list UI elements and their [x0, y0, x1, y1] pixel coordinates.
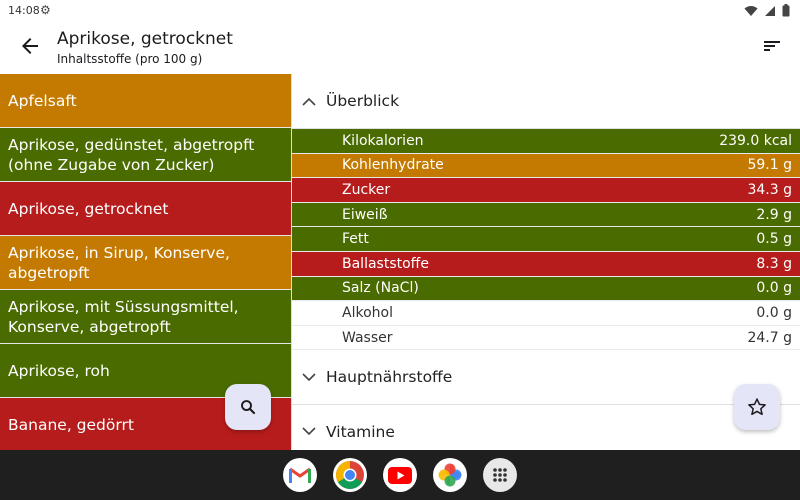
search-button[interactable]	[225, 384, 271, 430]
nutrient-row: Fett 0.5 g	[292, 227, 800, 252]
nutrient-row: Kohlenhydrate 59.1 g	[292, 153, 800, 179]
chevron-down-icon	[292, 427, 326, 436]
nutrient-value: 8.3 g	[756, 255, 792, 272]
youtube-icon[interactable]	[383, 458, 417, 492]
list-item-label: Aprikose, in Sirup, Konserve, abgetropft	[8, 243, 230, 282]
section-vitamins[interactable]: Vitamine	[292, 404, 800, 450]
nutrient-row: Salz (NaCl) 0.0 g	[292, 276, 800, 302]
list-item-label: Aprikose, mit Süssungsmittel, Konserve, …	[8, 297, 239, 336]
nutrient-value: 59.1 g	[747, 157, 792, 174]
signal-icon	[765, 5, 775, 16]
section-title: Vitamine	[326, 422, 395, 441]
list-item-label: Banane, gedörrt	[8, 415, 134, 434]
nutrient-name: Wasser	[342, 329, 393, 346]
nutrient-name: Ballaststoffe	[342, 255, 429, 272]
section-overview[interactable]: Überblick	[292, 74, 800, 128]
list-item[interactable]: Aprikose, mit Süssungsmittel, Konserve, …	[0, 290, 291, 344]
nutrient-name: Fett	[342, 231, 369, 248]
chevron-down-icon	[292, 373, 326, 382]
nutrient-row: Ballaststoffe 8.3 g	[292, 251, 800, 277]
search-icon	[241, 400, 256, 415]
list-item-label: Aprikose, roh	[8, 361, 110, 380]
nutrient-value: 24.7 g	[747, 329, 792, 346]
chrome-icon[interactable]	[333, 458, 367, 492]
list-item[interactable]: Aprikose, gedünstet, abgetropft (ohne Zu…	[0, 128, 291, 182]
status-time: 14:08	[8, 4, 40, 17]
status-bar: 14:08 ⚙	[0, 0, 800, 22]
nutrient-row: Eiweiß 2.9 g	[292, 202, 800, 228]
nutrient-value: 0.0 g	[756, 280, 792, 297]
app-dock	[283, 458, 517, 492]
section-main-nutrients[interactable]: Hauptnährstoffe	[292, 350, 800, 404]
settings-notification-icon: ⚙	[40, 3, 51, 17]
nutrient-value: 34.3 g	[747, 181, 792, 198]
app-drawer-icon[interactable]	[483, 458, 517, 492]
nutrient-name: Kohlenhydrate	[342, 157, 444, 174]
battery-icon	[782, 4, 790, 17]
gmail-icon[interactable]	[283, 458, 317, 492]
list-item-label: Apfelsaft	[8, 91, 77, 110]
nutrient-value: 0.0 g	[756, 304, 792, 321]
wifi-icon	[744, 5, 758, 16]
list-item[interactable]: Aprikose, in Sirup, Konserve, abgetropft	[0, 236, 291, 290]
list-item[interactable]: Aprikose, getrocknet	[0, 182, 291, 236]
nutrient-row: Alkohol 0.0 g	[292, 301, 800, 326]
page-title: Aprikose, getrocknet	[57, 29, 233, 49]
nutrient-name: Zucker	[342, 181, 391, 198]
nutrient-row: Wasser 24.7 g	[292, 325, 800, 351]
nutrient-table: Kilokalorien 239.0 kcal Kohlenhydrate 59.1…	[292, 128, 800, 351]
nutrient-value: 0.5 g	[756, 231, 792, 248]
favorite-button[interactable]	[734, 384, 780, 430]
section-title: Überblick	[326, 92, 400, 110]
section-title: Hauptnährstoffe	[326, 368, 453, 387]
detail-panel: Überblick Kilokalorien 239.0 kcal Kohlenh…	[292, 74, 800, 450]
nutrient-name: Alkohol	[342, 304, 393, 321]
nutrient-name: Kilokalorien	[342, 132, 424, 149]
photos-icon[interactable]	[433, 458, 467, 492]
list-item[interactable]: Apfelsaft	[0, 74, 291, 128]
nutrient-name: Salz (NaCl)	[342, 280, 419, 297]
back-arrow-icon[interactable]	[18, 34, 42, 58]
list-item-label: Aprikose, getrocknet	[8, 199, 169, 218]
page-subtitle: Inhaltsstoffe (pro 100 g)	[57, 52, 203, 66]
system-icons	[744, 4, 790, 17]
nutrient-row: Kilokalorien 239.0 kcal	[292, 129, 800, 154]
star-outline-icon	[748, 398, 766, 416]
nutrient-row: Zucker 34.3 g	[292, 178, 800, 203]
list-item-label: Aprikose, gedünstet, abgetropft (ohne Zu…	[8, 135, 255, 174]
navigation-bar	[0, 450, 800, 500]
nutrient-name: Eiweiß	[342, 206, 388, 223]
app-bar: Aprikose, getrocknet Inhaltsstoffe (pro …	[0, 22, 800, 74]
chevron-up-icon	[292, 97, 326, 106]
nutrient-value: 239.0 kcal	[719, 132, 792, 149]
sort-icon[interactable]	[762, 36, 782, 56]
nutrient-value: 2.9 g	[756, 206, 792, 223]
